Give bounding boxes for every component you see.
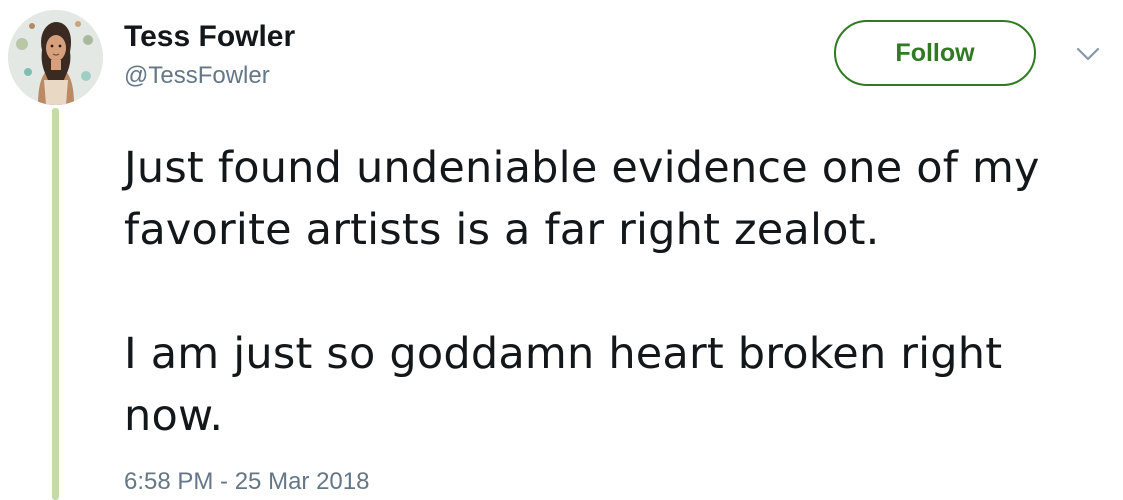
user-handle[interactable]: @TessFowler [124,62,270,90]
thread-line [52,108,59,500]
tweet-timestamp[interactable]: 6:58 PM - 25 Mar 2018 [124,468,369,496]
follow-button-label: Follow [895,38,975,67]
chevron-down-icon[interactable] [1072,42,1104,66]
tweet-paragraph: Just found undeniable evidence one of my… [124,143,1040,255]
tweet-paragraph: I am just so goddamn heart broken right … [124,329,1003,441]
avatar[interactable] [8,10,103,105]
display-name[interactable]: Tess Fowler [124,20,295,54]
avatar-illustration [8,10,103,105]
tweet-text: Just found undeniable evidence one of my… [124,137,1114,447]
follow-button[interactable]: Follow [834,20,1036,86]
